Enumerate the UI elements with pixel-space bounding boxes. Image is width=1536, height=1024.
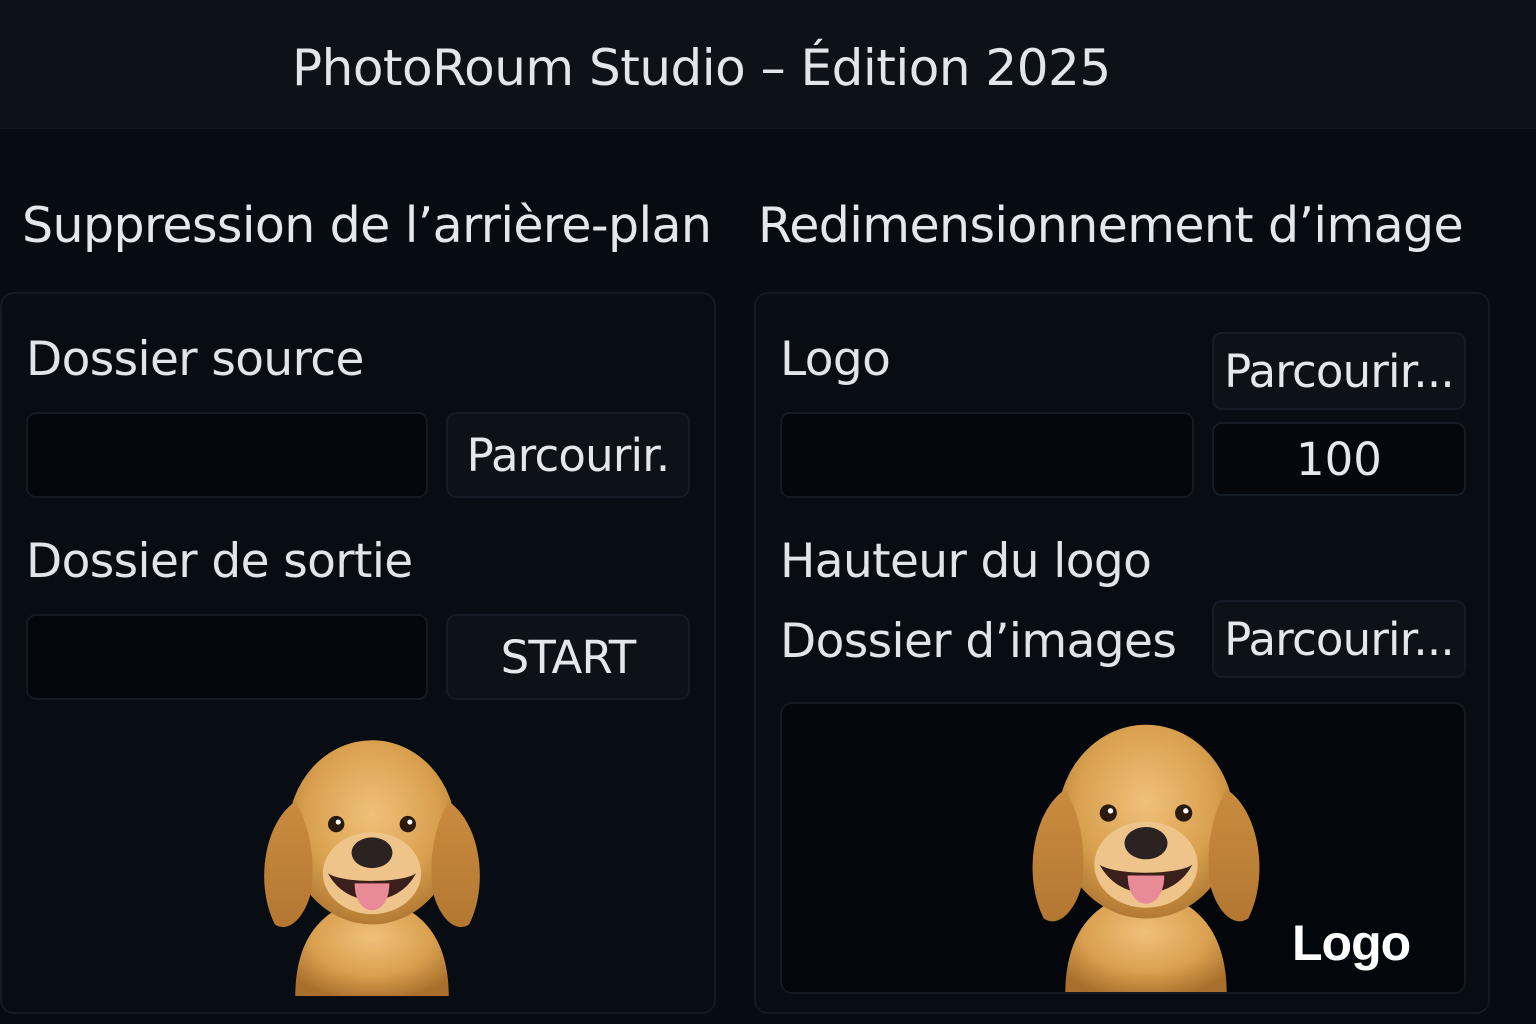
logo-height-label: Hauteur du logo — [780, 534, 1152, 589]
dog-photo-icon — [264, 740, 480, 996]
dog-photo-icon — [1032, 724, 1260, 992]
browse-source-button[interactable]: Parcourir. — [446, 412, 690, 498]
image-preview: Logo — [780, 702, 1466, 994]
background-removal-panel: Dossier source Parcourir. Dossier de sor… — [0, 292, 716, 1014]
section-title-resize: Redimensionnement d’image — [758, 197, 1464, 254]
browse-logo-button[interactable]: Parcourir... — [1212, 332, 1466, 410]
resize-panel: Logo Parcourir... 100 Hauteur du logo Do… — [754, 292, 1490, 1014]
logo-watermark: Logo — [1292, 915, 1411, 971]
start-button[interactable]: START — [446, 614, 690, 700]
title-bar: PhotoRoum Studio – Édition 2025 — [0, 0, 1536, 129]
source-folder-input[interactable] — [26, 412, 428, 498]
logo-file-input[interactable] — [780, 412, 1194, 498]
images-folder-label: Dossier d’images — [780, 614, 1177, 669]
output-folder-label: Dossier de sortie — [26, 534, 413, 589]
logo-height-input[interactable]: 100 — [1212, 422, 1466, 496]
section-title-background-removal: Suppression de l’arrière-plan — [22, 197, 712, 254]
source-folder-label: Dossier source — [26, 332, 364, 387]
output-folder-input[interactable] — [26, 614, 428, 700]
app-title: PhotoRoum Studio – Édition 2025 — [292, 39, 1111, 97]
browse-images-button[interactable]: Parcourir... — [1212, 600, 1466, 678]
logo-label: Logo — [780, 332, 891, 387]
